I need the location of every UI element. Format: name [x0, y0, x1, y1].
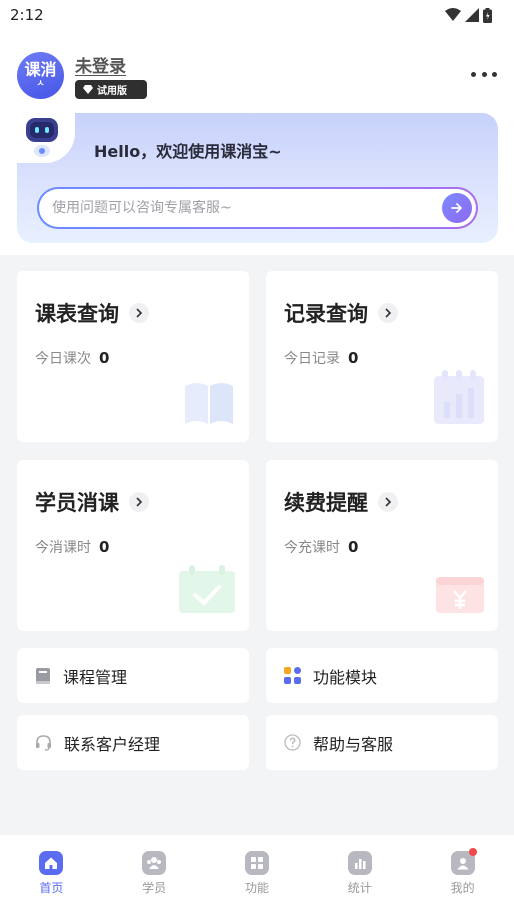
modules-grid-icon: [284, 667, 301, 684]
notification-dot: [468, 848, 477, 856]
function-modules-link[interactable]: 功能模块: [266, 648, 498, 703]
contact-manager-link[interactable]: 联系客户经理: [17, 715, 249, 770]
avatar-sub: ㅅ: [36, 78, 45, 89]
more-dot: [492, 71, 497, 77]
card-title: 记录查询: [284, 298, 398, 328]
status-icons: [445, 7, 492, 23]
function-grid-icon: [244, 851, 269, 875]
tab-label: 首页: [39, 881, 64, 895]
status-time: 2:12: [10, 6, 44, 24]
stats-icon: [347, 851, 372, 875]
send-button[interactable]: [442, 193, 472, 223]
record-chart-icon: [434, 370, 484, 424]
stat-label: 今消课时: [35, 540, 91, 556]
stat-value: 0: [99, 349, 110, 367]
stat-value: 0: [348, 349, 359, 367]
card-title-text: 课表查询: [35, 302, 119, 326]
chevron-right-icon: [129, 492, 149, 512]
avatar[interactable]: 课消 ㅅ: [17, 51, 64, 99]
chevron-right-icon: [378, 492, 398, 512]
headset-icon: [36, 735, 51, 751]
more-dot: [481, 71, 487, 77]
battery-icon: [483, 7, 492, 23]
function-modules-label: 功能模块: [313, 667, 378, 687]
card-schedule-query[interactable]: 课表查询 今日课次 0: [17, 271, 249, 442]
students-icon: [142, 851, 167, 875]
support-search-inner: [39, 189, 476, 227]
help-support-label: 帮助与客服: [313, 734, 394, 754]
help-icon: [284, 734, 301, 751]
tab-label: 我的: [450, 881, 475, 895]
card-stat: 今充课时 0: [284, 537, 358, 557]
contact-manager-label: 联系客户经理: [64, 734, 161, 754]
course-management-label: 课程管理: [63, 667, 128, 687]
arrow-right-icon: [451, 203, 462, 213]
tab-students[interactable]: 学员: [124, 851, 184, 915]
trial-badge: 试用版: [75, 79, 147, 99]
card-stat: 今日记录 0: [284, 348, 358, 368]
more-dot: [471, 71, 476, 77]
card-record-query[interactable]: 记录查询 今日记录 0: [266, 271, 498, 442]
card-stat: 今消课时 0: [35, 537, 109, 557]
tab-home[interactable]: 首页: [21, 851, 81, 915]
help-support-link[interactable]: 帮助与客服: [266, 715, 498, 770]
home-icon: [39, 851, 64, 875]
course-book-icon: [36, 667, 50, 684]
tab-label: 学员: [142, 881, 167, 895]
card-title-text: 记录查询: [284, 302, 368, 326]
tab-stats[interactable]: 统计: [330, 851, 390, 915]
robot-icon: [26, 118, 58, 157]
card-stat: 今日课次 0: [35, 348, 109, 368]
card-title-text: 学员消课: [35, 491, 119, 515]
stat-label: 今充课时: [284, 540, 340, 556]
card-title-text: 续费提醒: [284, 491, 368, 515]
card-title: 续费提醒: [284, 487, 398, 517]
chevron-right-icon: [129, 303, 149, 323]
profile-header: 课消 ㅅ 未登录 试用版: [17, 50, 497, 100]
chevron-right-icon: [378, 303, 398, 323]
stat-value: 0: [348, 538, 359, 556]
card-title: 课表查询: [35, 298, 149, 328]
card-student-consume[interactable]: 学员消课 今消课时 0: [17, 460, 249, 631]
support-question-input[interactable]: [52, 200, 422, 216]
tab-mine[interactable]: 我的: [433, 848, 493, 915]
calendar-check-icon: [179, 565, 235, 613]
stat-value: 0: [99, 538, 110, 556]
stat-label: 今日记录: [284, 351, 340, 367]
avatar-text: 课消: [24, 59, 57, 79]
card-renewal-reminder[interactable]: 续费提醒 今充课时 0: [266, 460, 498, 631]
signal-icon: [465, 8, 479, 22]
diamond-icon: [83, 84, 93, 94]
profile-text: 未登录 试用版: [75, 52, 147, 99]
support-search: [37, 187, 478, 229]
tab-label: 统计: [347, 881, 372, 895]
card-title: 学员消课: [35, 487, 149, 517]
tab-functions[interactable]: 功能: [227, 851, 287, 915]
greeting-text: Hello，欢迎使用课消宝~: [94, 142, 282, 161]
status-bar: 2:12: [0, 0, 514, 30]
book-icon: [185, 383, 233, 424]
wifi-icon: [445, 8, 461, 21]
course-management-link[interactable]: 课程管理: [17, 648, 249, 703]
more-menu-button[interactable]: [471, 64, 497, 84]
tab-label: 功能: [244, 881, 269, 895]
login-link[interactable]: 未登录: [75, 52, 147, 77]
yuan-icon: [436, 577, 484, 613]
stat-label: 今日课次: [35, 351, 91, 367]
trial-badge-label: 试用版: [97, 85, 127, 97]
bottom-tab-bar: 首页 学员 功能 统计 我的: [0, 835, 514, 915]
